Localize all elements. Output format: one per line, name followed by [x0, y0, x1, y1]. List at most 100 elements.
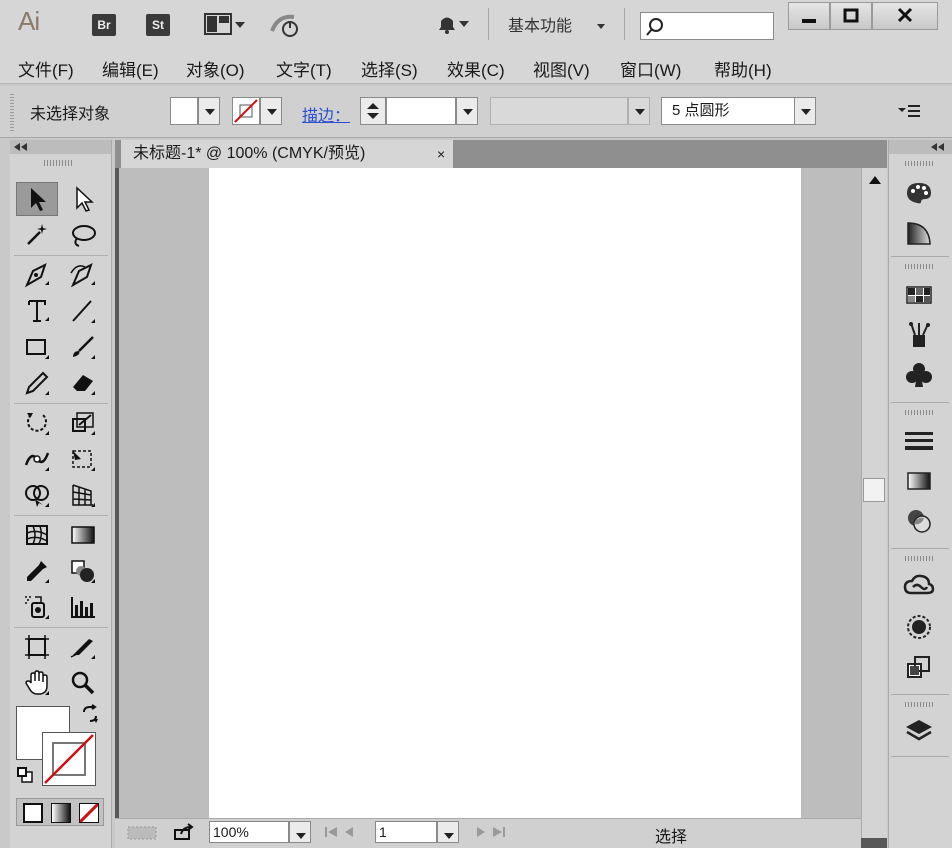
scroll-up-arrow-icon[interactable] — [867, 174, 883, 186]
menu-type[interactable]: 文字(T) — [276, 56, 332, 81]
rectangle-tool[interactable] — [16, 330, 58, 364]
column-graph-tool[interactable] — [62, 590, 104, 624]
dock-grip[interactable] — [905, 702, 933, 707]
zoom-tool[interactable] — [62, 666, 104, 700]
direct-selection-tool[interactable] — [62, 182, 104, 216]
gpu-performance-icon[interactable] — [266, 10, 306, 38]
chevron-down-icon[interactable] — [597, 24, 605, 29]
bridge-button[interactable]: Br — [92, 14, 116, 36]
stroke-color-box[interactable] — [42, 732, 96, 786]
close-button[interactable] — [872, 2, 938, 30]
pen-tool[interactable] — [16, 258, 58, 292]
menu-view[interactable]: 视图(V) — [533, 56, 590, 81]
paintbrush-tool[interactable] — [62, 330, 104, 364]
type-tool[interactable] — [16, 294, 58, 328]
selection-tool[interactable] — [16, 182, 58, 216]
artboard[interactable] — [209, 168, 801, 818]
brush-definition[interactable]: 5 点圆形 — [661, 97, 795, 125]
appearance-panel-button[interactable] — [899, 610, 939, 644]
arrange-documents-icon[interactable] — [202, 10, 248, 38]
curvature-tool[interactable] — [62, 258, 104, 292]
menu-help[interactable]: 帮助(H) — [714, 56, 772, 81]
transparency-panel-button[interactable] — [899, 504, 939, 538]
fill-swatch[interactable] — [170, 97, 198, 125]
vertical-scrollbar[interactable] — [861, 168, 887, 838]
gradient-mode-button[interactable] — [51, 803, 71, 823]
close-tab-icon[interactable]: × — [437, 140, 445, 168]
menu-edit[interactable]: 编辑(E) — [102, 56, 159, 81]
lasso-tool[interactable] — [62, 218, 104, 252]
panel-menu-icon[interactable] — [896, 102, 922, 123]
artboard-next-last-icon[interactable] — [473, 826, 513, 838]
slice-tool[interactable] — [62, 630, 104, 664]
document-tab[interactable]: 未标题-1* @ 100% (CMYK/预览) × — [121, 140, 453, 168]
mesh-tool[interactable] — [16, 518, 58, 552]
dock-grip[interactable] — [905, 161, 933, 166]
eyedropper-tool[interactable] — [16, 554, 58, 588]
zoom-level-field[interactable]: 100% — [209, 821, 289, 843]
dock-grip[interactable] — [905, 264, 933, 269]
zoom-level-dropdown[interactable] — [289, 821, 311, 843]
collapse-panel-icon[interactable] — [14, 143, 28, 151]
tools-panel-header[interactable] — [10, 140, 111, 154]
gradient-tool[interactable] — [62, 518, 104, 552]
width-tool[interactable] — [16, 442, 58, 476]
stroke-weight-dropdown[interactable] — [456, 97, 478, 125]
menu-select[interactable]: 选择(S) — [361, 56, 418, 81]
fill-dropdown[interactable] — [198, 97, 220, 125]
notification-icon[interactable] — [432, 10, 472, 38]
brush-definition-dropdown[interactable] — [794, 97, 816, 125]
menu-window[interactable]: 窗口(W) — [620, 56, 681, 81]
symbol-sprayer-tool[interactable] — [16, 590, 58, 624]
free-transform-tool[interactable] — [62, 442, 104, 476]
dock-grip[interactable] — [905, 556, 933, 561]
perspective-grid-tool[interactable] — [62, 478, 104, 512]
graphic-styles-panel-button[interactable] — [899, 650, 939, 684]
pasteboard[interactable] — [119, 168, 861, 818]
layers-panel-button[interactable] — [899, 714, 939, 748]
libraries-panel-button[interactable] — [899, 568, 939, 602]
menu-effect[interactable]: 效果(C) — [447, 56, 505, 81]
artboard-number-field[interactable]: 1 — [375, 821, 437, 843]
stock-button[interactable]: St — [146, 14, 170, 36]
scrollbar-thumb[interactable] — [863, 478, 885, 502]
dock-grip[interactable] — [905, 410, 933, 415]
dock-header[interactable] — [889, 140, 952, 154]
blend-tool[interactable] — [62, 554, 104, 588]
stroke-weight-input[interactable] — [386, 97, 456, 125]
search-input[interactable] — [640, 12, 774, 40]
pencil-tool[interactable] — [16, 366, 58, 400]
menu-object[interactable]: 对象(O) — [186, 56, 245, 81]
artboard-first-prev-icon[interactable] — [323, 826, 369, 838]
hand-tool[interactable] — [16, 666, 58, 700]
line-segment-tool[interactable] — [62, 294, 104, 328]
maximize-button[interactable] — [830, 2, 872, 30]
control-bar-grip[interactable] — [10, 94, 14, 132]
menu-file[interactable]: 文件(F) — [18, 56, 74, 81]
swap-fill-stroke-icon[interactable] — [80, 704, 100, 727]
artboard-number-dropdown[interactable] — [437, 821, 459, 843]
color-mode-button[interactable] — [23, 803, 43, 823]
swatches-panel-button[interactable] — [899, 278, 939, 312]
artboard-navigator-icon[interactable] — [127, 825, 157, 841]
stroke-dropdown[interactable] — [260, 97, 282, 125]
stroke-weight-stepper[interactable] — [360, 97, 386, 125]
none-mode-button[interactable] — [79, 803, 99, 823]
artboard-tool[interactable] — [16, 630, 58, 664]
symbols-panel-button[interactable] — [899, 358, 939, 392]
variable-width-profile[interactable] — [490, 97, 628, 125]
collapse-dock-icon[interactable] — [931, 143, 945, 151]
color-panel-button[interactable] — [899, 176, 939, 210]
rotate-tool[interactable] — [16, 406, 58, 440]
magic-wand-tool[interactable] — [16, 218, 58, 252]
brushes-panel-button[interactable] — [899, 318, 939, 352]
gradient-panel-button[interactable] — [899, 464, 939, 498]
shape-builder-tool[interactable] — [16, 478, 58, 512]
eraser-tool[interactable] — [62, 366, 104, 400]
minimize-button[interactable] — [788, 2, 830, 30]
color-guide-panel-button[interactable] — [899, 216, 939, 250]
default-fill-stroke-icon[interactable] — [16, 766, 34, 787]
stroke-panel-link[interactable]: 描边： — [302, 102, 350, 126]
export-share-icon[interactable] — [173, 823, 195, 841]
variable-width-dropdown[interactable] — [628, 97, 650, 125]
